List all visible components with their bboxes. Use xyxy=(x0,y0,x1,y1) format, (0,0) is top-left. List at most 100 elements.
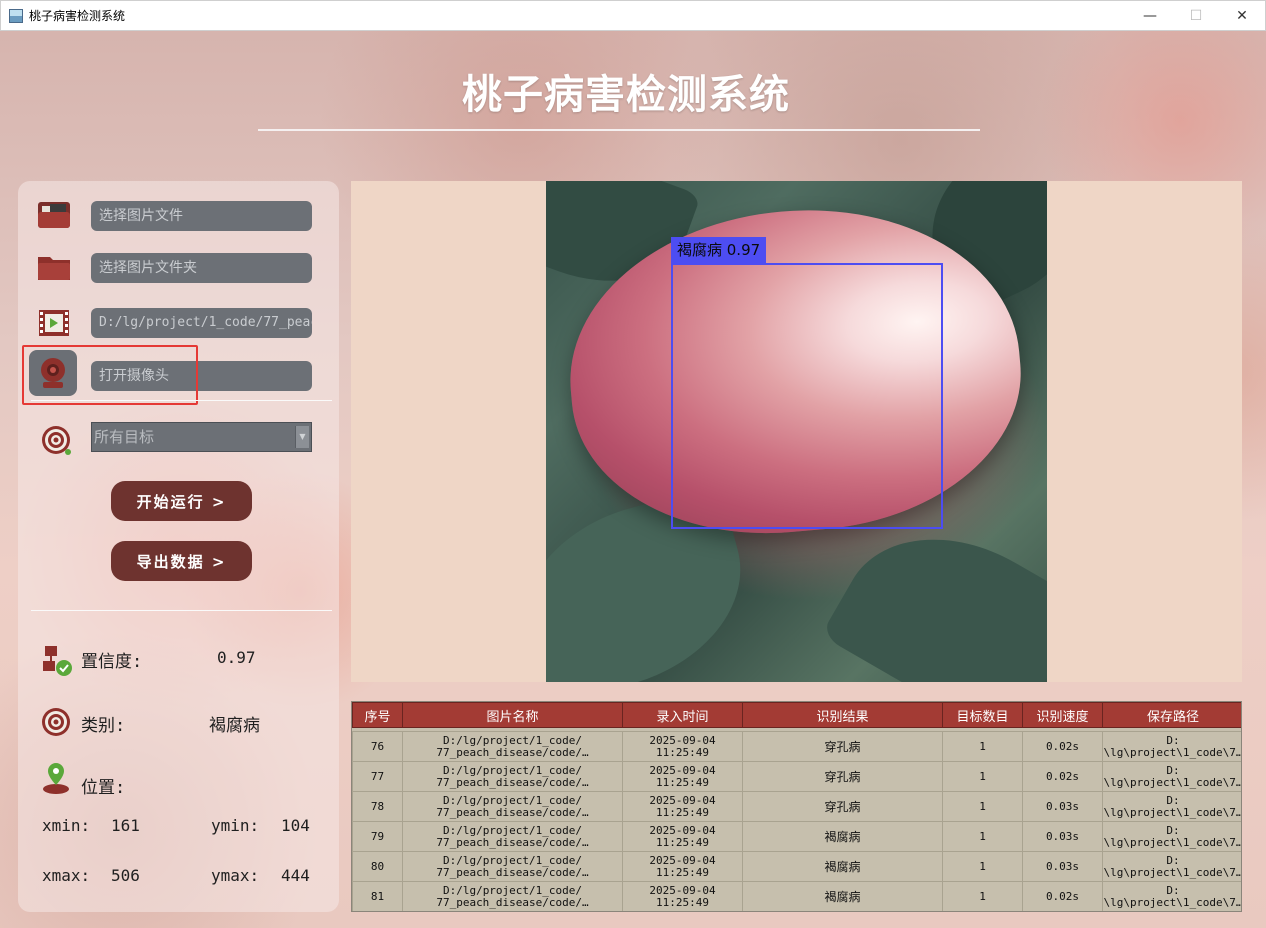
detection-label: 褐腐病 0.97 xyxy=(671,237,767,263)
table-row[interactable]: 79 D:/lg/project/1_code/77_peach_disease… xyxy=(352,821,1241,852)
table-row[interactable]: 76 D:/lg/project/1_code/77_peach_disease… xyxy=(352,731,1241,762)
column-header[interactable]: 保存路径 xyxy=(1102,702,1241,728)
confidence-value: 0.97 xyxy=(217,648,256,667)
row-id: 80 xyxy=(352,851,403,882)
class-icon xyxy=(36,702,76,742)
column-header[interactable]: 录入时间 xyxy=(622,702,743,728)
row-save-path: D: \lg\project\1_code\7… xyxy=(1102,851,1241,882)
video-file-icon[interactable] xyxy=(34,303,74,343)
row-result: 褐腐病 xyxy=(742,851,943,882)
row-result: 穿孔病 xyxy=(742,791,943,822)
column-header[interactable]: 识别速度 xyxy=(1022,702,1103,728)
row-save-path: D: \lg\project\1_code\7… xyxy=(1102,731,1241,762)
result-divider xyxy=(31,610,332,611)
row-save-path: D: \lg\project\1_code\7… xyxy=(1102,881,1241,911)
row-image-name: D:/lg/project/1_code/77_peach_disease/co… xyxy=(402,731,623,762)
row-count: 1 xyxy=(942,851,1023,882)
row-speed: 0.03s xyxy=(1022,791,1103,822)
export-button[interactable]: 导出数据 > xyxy=(111,541,252,581)
image-folder-input[interactable]: 选择图片文件夹 xyxy=(91,253,312,283)
ymax-label: ymax: xyxy=(211,866,260,885)
ymax-value: 444 xyxy=(281,866,310,885)
row-time: 2025-09-04 11:25:49 xyxy=(622,851,743,882)
confidence-label: 置信度: xyxy=(81,652,143,672)
class-value: 褐腐病 xyxy=(209,716,260,736)
row-count: 1 xyxy=(942,791,1023,822)
camera-highlight-box xyxy=(22,345,198,405)
table-row[interactable]: 78 D:/lg/project/1_code/77_peach_disease… xyxy=(352,791,1241,822)
app-title: 桃子病害检测系统 xyxy=(462,72,790,118)
column-header[interactable]: 序号 xyxy=(352,702,403,728)
row-count: 1 xyxy=(942,761,1023,792)
maximize-button[interactable]: ☐ xyxy=(1173,1,1219,31)
row-result: 褐腐病 xyxy=(742,881,943,911)
window-titlebar: 桃子病害检测系统 — ☐ ✕ xyxy=(0,0,1266,31)
row-image-name: D:/lg/project/1_code/77_peach_disease/co… xyxy=(402,821,623,852)
position-label: 位置: xyxy=(81,778,126,798)
ymin-label: ymin: xyxy=(211,816,260,835)
row-id: 77 xyxy=(352,761,403,792)
row-id: 79 xyxy=(352,821,403,852)
table-row[interactable]: 80 D:/lg/project/1_code/77_peach_disease… xyxy=(352,851,1241,882)
close-button[interactable]: ✕ xyxy=(1219,1,1265,31)
table-row[interactable]: 81 D:/lg/project/1_code/77_peach_disease… xyxy=(352,881,1241,911)
video-path-input[interactable]: D:/lg/project/1_code/77_peach xyxy=(91,308,312,338)
class-label: 类别: xyxy=(81,716,126,736)
minimize-button[interactable]: — xyxy=(1127,1,1173,31)
row-image-name: D:/lg/project/1_code/77_peach_disease/co… xyxy=(402,851,623,882)
detection-bbox xyxy=(671,263,943,529)
row-result: 穿孔病 xyxy=(742,731,943,762)
row-time: 2025-09-04 11:25:49 xyxy=(622,791,743,822)
row-id: 81 xyxy=(352,881,403,911)
app-icon xyxy=(9,8,23,23)
row-save-path: D: \lg\project\1_code\7… xyxy=(1102,821,1241,852)
row-speed: 0.02s xyxy=(1022,761,1103,792)
row-speed: 0.03s xyxy=(1022,821,1103,852)
image-folder-icon[interactable] xyxy=(34,195,74,235)
row-count: 1 xyxy=(942,881,1023,911)
row-speed: 0.03s xyxy=(1022,851,1103,882)
target-icon xyxy=(36,420,76,460)
image-file-input[interactable]: 选择图片文件 xyxy=(91,201,312,231)
row-speed: 0.02s xyxy=(1022,731,1103,762)
xmin-value: 161 xyxy=(111,816,140,835)
location-pin-icon xyxy=(36,758,76,798)
row-count: 1 xyxy=(942,821,1023,852)
xmax-value: 506 xyxy=(111,866,140,885)
ymin-value: 104 xyxy=(281,816,310,835)
detected-image: 褐腐病 0.97 xyxy=(546,181,1047,682)
row-save-path: D: \lg\project\1_code\7… xyxy=(1102,761,1241,792)
column-header[interactable]: 图片名称 xyxy=(402,702,623,728)
row-image-name: D:/lg/project/1_code/77_peach_disease/co… xyxy=(402,881,623,911)
window-title: 桃子病害检测系统 xyxy=(29,9,126,23)
xmin-label: xmin: xyxy=(42,816,91,835)
row-id: 76 xyxy=(352,731,403,762)
row-id: 78 xyxy=(352,791,403,822)
xmax-label: xmax: xyxy=(42,866,91,885)
title-divider xyxy=(258,129,980,131)
column-header[interactable]: 目标数目 xyxy=(942,702,1023,728)
row-result: 褐腐病 xyxy=(742,821,943,852)
row-image-name: D:/lg/project/1_code/77_peach_disease/co… xyxy=(402,761,623,792)
table-header-row: 序号 图片名称 录入时间 识别结果 目标数目 识别速度 保存路径 xyxy=(352,702,1241,728)
folder-icon[interactable] xyxy=(34,247,74,287)
column-header[interactable]: 识别结果 xyxy=(742,702,943,728)
row-result: 穿孔病 xyxy=(742,761,943,792)
results-table[interactable]: 序号 图片名称 录入时间 识别结果 目标数目 识别速度 保存路径 76 D:/l… xyxy=(351,701,1242,912)
panel-divider xyxy=(31,400,332,401)
row-image-name: D:/lg/project/1_code/77_peach_disease/co… xyxy=(402,791,623,822)
target-select-value: 所有目标 xyxy=(94,428,155,446)
row-speed: 0.02s xyxy=(1022,881,1103,911)
table-row[interactable]: 77 D:/lg/project/1_code/77_peach_disease… xyxy=(352,761,1241,792)
row-time: 2025-09-04 11:25:49 xyxy=(622,821,743,852)
row-save-path: D: \lg\project\1_code\7… xyxy=(1102,791,1241,822)
row-count: 1 xyxy=(942,731,1023,762)
row-time: 2025-09-04 11:25:49 xyxy=(622,731,743,762)
image-display: 褐腐病 0.97 xyxy=(351,181,1242,682)
start-button[interactable]: 开始运行 > xyxy=(111,481,252,521)
row-time: 2025-09-04 11:25:49 xyxy=(622,761,743,792)
row-time: 2025-09-04 11:25:49 xyxy=(622,881,743,911)
confidence-icon xyxy=(36,640,76,680)
target-select[interactable]: 所有目标 ▼ xyxy=(91,422,312,452)
chevron-down-icon[interactable]: ▼ xyxy=(295,426,309,448)
